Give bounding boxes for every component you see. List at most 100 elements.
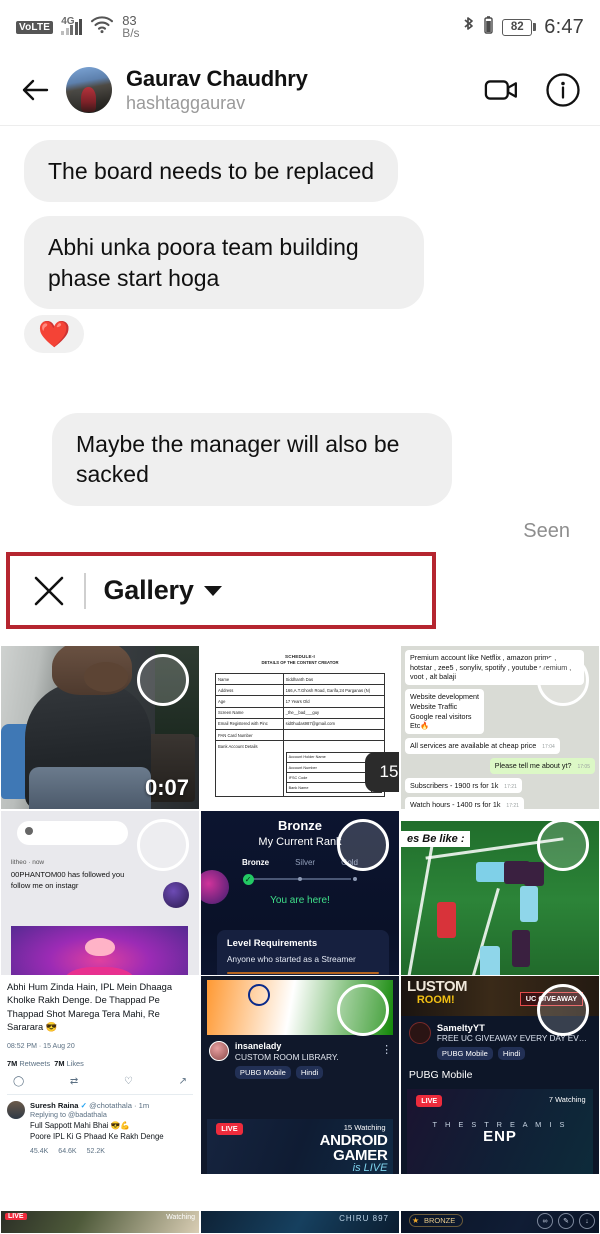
like-icon[interactable]: ♡ [124, 1076, 133, 1087]
conversation: The board needs to be replaced Abhi unka… [0, 126, 600, 551]
retweets-count: 7M [7, 1058, 18, 1068]
pill-icon[interactable]: ↓ [579, 1213, 595, 1229]
brightness-icon [24, 826, 33, 835]
streamer-description: CUSTOM ROOM LIBRARY. [234, 1052, 339, 1063]
stream-overlay-text: ANDROID GAMER is LIVE [320, 1133, 388, 1174]
gallery-thumb-partial-1[interactable]: LIVE Watching [0, 1210, 200, 1234]
gallery-thumb-pubg-live-2[interactable]: LUSTOM ROOM! UC GIVEAWAY SameltyYT FREE … [400, 975, 600, 1175]
reply-handle: @chotathala · 1m [89, 1100, 150, 1110]
rank-here-text: You are here! [270, 895, 330, 906]
pill-icon[interactable]: ✎ [558, 1213, 574, 1229]
wa-time: 17:21 [506, 803, 519, 810]
tweet-text: Abhi Hum Zinda Hain, IPL Mein Dhaaga Kho… [7, 982, 173, 1033]
gallery-thumb-whatsapp-chat[interactable]: Premium account like Netflix , amazon pr… [400, 645, 600, 810]
message-bubble[interactable]: Abhi unka poora team building phase star… [24, 216, 424, 310]
video-camera-icon[interactable] [484, 71, 522, 109]
document-table: Name Siddhanth Das Address 166,A.T.Ghosh… [215, 672, 386, 798]
wa-line: Website development [410, 692, 479, 702]
gallery-thumb-twitter-post[interactable]: Abhi Hum Zinda Hain, IPL Mein Dhaaga Kho… [0, 975, 200, 1175]
streamer-username: insanelady [234, 1041, 282, 1052]
doc-value [282, 728, 386, 742]
share-icon[interactable]: ↗ [179, 1076, 187, 1087]
progress-dot [297, 877, 302, 881]
wa-incoming: Website development Website Traffic Goog… [405, 689, 484, 735]
select-circle[interactable] [137, 654, 189, 706]
stream-label: CHIRU 897 [339, 1214, 389, 1223]
table-row: Age 17 Years Old [215, 695, 386, 708]
select-circle[interactable] [337, 984, 389, 1036]
doc-value: _the__bad___guy [282, 706, 386, 719]
stream-tags: PUBG Mobile Hindi [234, 1066, 339, 1080]
data-speed-indicator: 83 B/s [122, 14, 139, 40]
close-x-icon[interactable] [32, 574, 66, 608]
message-bubble[interactable]: Maybe the manager will also be sacked [52, 413, 452, 506]
header-actions [484, 71, 582, 109]
wa-time: 17:04 [542, 744, 555, 751]
volte-icon: VoLTE [16, 20, 54, 34]
status-bar-clock: 6:47 [544, 15, 584, 38]
watching-count: 15 Watching [343, 1122, 386, 1132]
peer-info[interactable]: Gaurav Chaudhry hashtaggaurav [126, 66, 470, 114]
watching-count: 7 Watching [548, 1094, 586, 1104]
table-row: Bank Account Details Account Holder Name… [215, 740, 386, 798]
retweet-icon[interactable]: ⇄ [70, 1076, 78, 1087]
player [519, 886, 538, 922]
reaction-row: ❤️ [24, 315, 576, 354]
streamer-avatar [208, 1041, 229, 1062]
reply-stats: 45.4K 64.6K 52.2K [30, 1148, 193, 1155]
meme-top-caption: es Be like : [401, 830, 471, 847]
more-vertical-icon[interactable]: ⋮ [381, 1043, 393, 1056]
bank-label: Account Holder Name [285, 751, 372, 763]
live-stream-card: LIVE 7 Watching T H E S T R E A M I S EN… [406, 1088, 594, 1174]
status-bar: VoLTE 4G 83 B/s 82 6:47 [0, 0, 600, 54]
wa-text: Watch hours - 1400 rs for 1k [410, 800, 501, 810]
gallery-thumb-partial-2[interactable]: CHIRU 897 [200, 1210, 400, 1234]
table-row: Address 166,A.T.Ghosh Road, Garifa,24 Pa… [215, 684, 386, 697]
reply-icon[interactable]: ◯ [13, 1076, 24, 1087]
message-status: Seen [523, 519, 570, 542]
watching-count: Watching [166, 1214, 195, 1221]
status-bar-right: 82 6:47 [462, 15, 584, 40]
gallery-source-select[interactable]: Gallery [104, 575, 222, 606]
gallery-thumb-document-form[interactable]: SCHEDULE-I DETAILS OF THE CONTENT CREATO… [200, 645, 400, 810]
tweet-timestamp: 08:52 PM · 15 Aug 20 [7, 1042, 75, 1050]
player [436, 902, 457, 938]
gallery-thumb-pubg-live-1[interactable]: insanelady CUSTOM ROOM LIBRARY. PUBG Mob… [200, 975, 400, 1175]
info-circle-icon[interactable] [544, 71, 582, 109]
select-circle[interactable] [537, 819, 589, 871]
doc-label: Age [215, 695, 284, 708]
live-badge: LIVE [216, 1122, 243, 1135]
gallery-thumb-video-man[interactable]: 0:07 [0, 645, 200, 810]
doc-value: 166,A.T.Ghosh Road, Garifa,24 Parganas (… [282, 684, 386, 697]
wa-time: 17:05 [577, 763, 590, 770]
wifi-icon [90, 15, 114, 39]
select-circle[interactable] [137, 819, 189, 871]
likes-count: 7M [54, 1058, 65, 1068]
avatar[interactable] [66, 66, 112, 113]
likes-label: Likes [66, 1058, 84, 1068]
progress-dot [353, 877, 358, 881]
gallery-bar: Gallery [10, 556, 432, 625]
verified-icon: ✓ [80, 1100, 88, 1110]
select-circle[interactable] [537, 984, 589, 1036]
gallery-source-label: Gallery [103, 575, 194, 605]
check-icon: ✓ [242, 874, 254, 885]
message-bubble[interactable]: The board needs to be replaced [24, 140, 399, 203]
doc-label: Email Registered with Pinc [215, 717, 284, 730]
selection-count-badge: 15 [365, 752, 399, 792]
player [523, 862, 544, 887]
pill-icon[interactable]: ∞ [537, 1213, 553, 1229]
doc-value: 17 Years Old [282, 695, 386, 708]
select-circle[interactable] [537, 654, 589, 706]
reply-text-1: Full Sappott Mahi Bhai 😎💪 [30, 1120, 131, 1130]
network-type-label: 4G [61, 16, 75, 27]
panel-line-1: Anyone who started as a Streamer [226, 953, 356, 964]
back-arrow-icon[interactable] [18, 73, 52, 107]
select-circle[interactable] [337, 819, 389, 871]
heart-reaction-icon[interactable]: ❤️ [24, 315, 85, 354]
tier-silver: Silver [295, 858, 316, 867]
tier-bronze: Bronze [241, 858, 270, 867]
wa-line: Google real visitors [410, 711, 472, 721]
gallery-thumb-partial-3[interactable]: BRONZE ★ ∞ ✎ ↓ [400, 1210, 600, 1234]
